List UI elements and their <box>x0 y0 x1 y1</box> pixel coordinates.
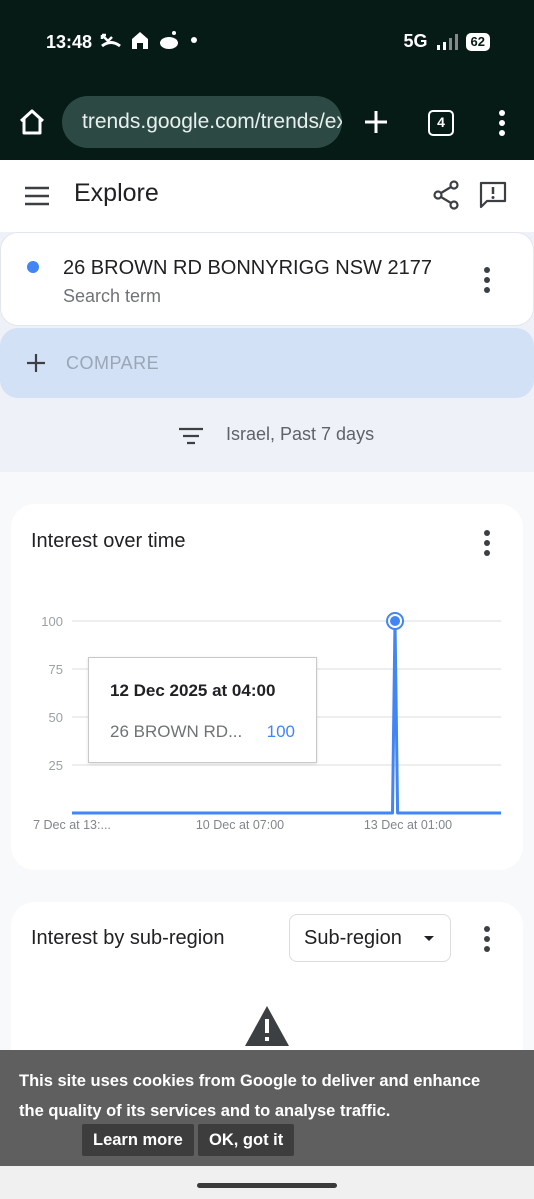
y-tick-label: 50 <box>49 710 63 725</box>
filter-icon <box>179 427 203 445</box>
y-tick-label: 75 <box>49 662 63 677</box>
status-notification-icons <box>100 30 200 50</box>
gesture-nav-bar <box>0 1166 534 1199</box>
chart-tooltip: 12 Dec 2025 at 04:00 26 BROWN RD... 100 <box>88 657 317 763</box>
y-tick-label: 25 <box>49 758 63 773</box>
feedback-icon[interactable] <box>478 180 508 210</box>
search-term-type: Search term <box>63 286 162 306</box>
filter-label: Israel, Past 7 days <box>226 424 375 444</box>
page-title: Explore <box>74 179 159 207</box>
x-tick-label: 13 Dec at 01:00 <box>364 818 452 832</box>
compare-label: COMPARE <box>66 353 160 373</box>
home-icon[interactable] <box>16 106 48 138</box>
plus-icon <box>27 354 45 372</box>
interest-over-time-card: Interest over time 100 75 50 25 7 Dec at 13:… <box>11 504 523 870</box>
subregion-select-value: Sub-region <box>304 927 402 949</box>
new-tab-icon[interactable] <box>360 106 392 138</box>
subregion-title: Interest by sub-region <box>31 927 225 949</box>
tooltip-value: 100 <box>266 722 295 741</box>
learn-more-button[interactable]: Learn more <box>82 1124 194 1156</box>
share-icon[interactable] <box>432 180 460 210</box>
subregion-more-icon[interactable] <box>483 926 491 952</box>
warning-icon <box>245 1006 289 1046</box>
home-status-icon <box>132 32 148 49</box>
url-text: trends.google.com/trends/explore <box>82 110 342 133</box>
status-right: 5G 62 <box>404 31 490 52</box>
search-term-card[interactable]: 26 BROWN RD BONNYRIGG NSW 2177 Search te… <box>0 232 534 326</box>
dropdown-caret-icon <box>424 936 434 941</box>
battery-icon: 62 <box>465 32 490 51</box>
tooltip-term: 26 BROWN RD... <box>110 722 243 741</box>
dot-icon <box>191 37 197 43</box>
signal-icon <box>436 33 458 50</box>
missed-call-icon <box>100 33 121 48</box>
network-type: 5G <box>403 31 428 51</box>
highlight-point <box>390 616 401 626</box>
tooltip-date: 12 Dec 2025 at 04:00 <box>110 681 276 700</box>
y-tick-label: 100 <box>41 614 63 629</box>
ok-got-it-button[interactable]: OK, got it <box>198 1124 295 1156</box>
status-time: 13:48 <box>46 32 93 52</box>
cookie-banner: This site uses cookies from Google to de… <box>0 1050 534 1166</box>
hamburger-menu-icon[interactable] <box>24 186 50 206</box>
search-term-name: 26 BROWN RD BONNYRIGG NSW 2177 <box>63 257 432 279</box>
reddit-icon <box>160 31 178 49</box>
x-tick-label: 7 Dec at 13:... <box>33 818 111 832</box>
url-bar[interactable]: trends.google.com/trends/explore <box>62 96 342 148</box>
status-bar: 13:48 5G 62 <box>0 0 534 88</box>
compare-button[interactable]: COMPARE <box>0 328 534 398</box>
browser-menu-icon[interactable] <box>492 108 512 138</box>
cookie-text: This site uses cookies from Google to de… <box>19 1072 481 1120</box>
series-color-dot <box>27 261 39 273</box>
x-tick-label: 10 Dec at 07:00 <box>196 818 284 832</box>
term-more-icon[interactable] <box>483 267 491 293</box>
subregion-select[interactable]: Sub-region <box>289 914 451 962</box>
filter-row[interactable]: Israel, Past 7 days <box>0 398 534 472</box>
browser-toolbar: trends.google.com/trends/explore 4 <box>0 88 534 160</box>
tab-switcher-button[interactable]: 4 <box>428 110 454 136</box>
app-header: Explore <box>0 160 534 232</box>
gesture-handle[interactable] <box>197 1183 337 1188</box>
